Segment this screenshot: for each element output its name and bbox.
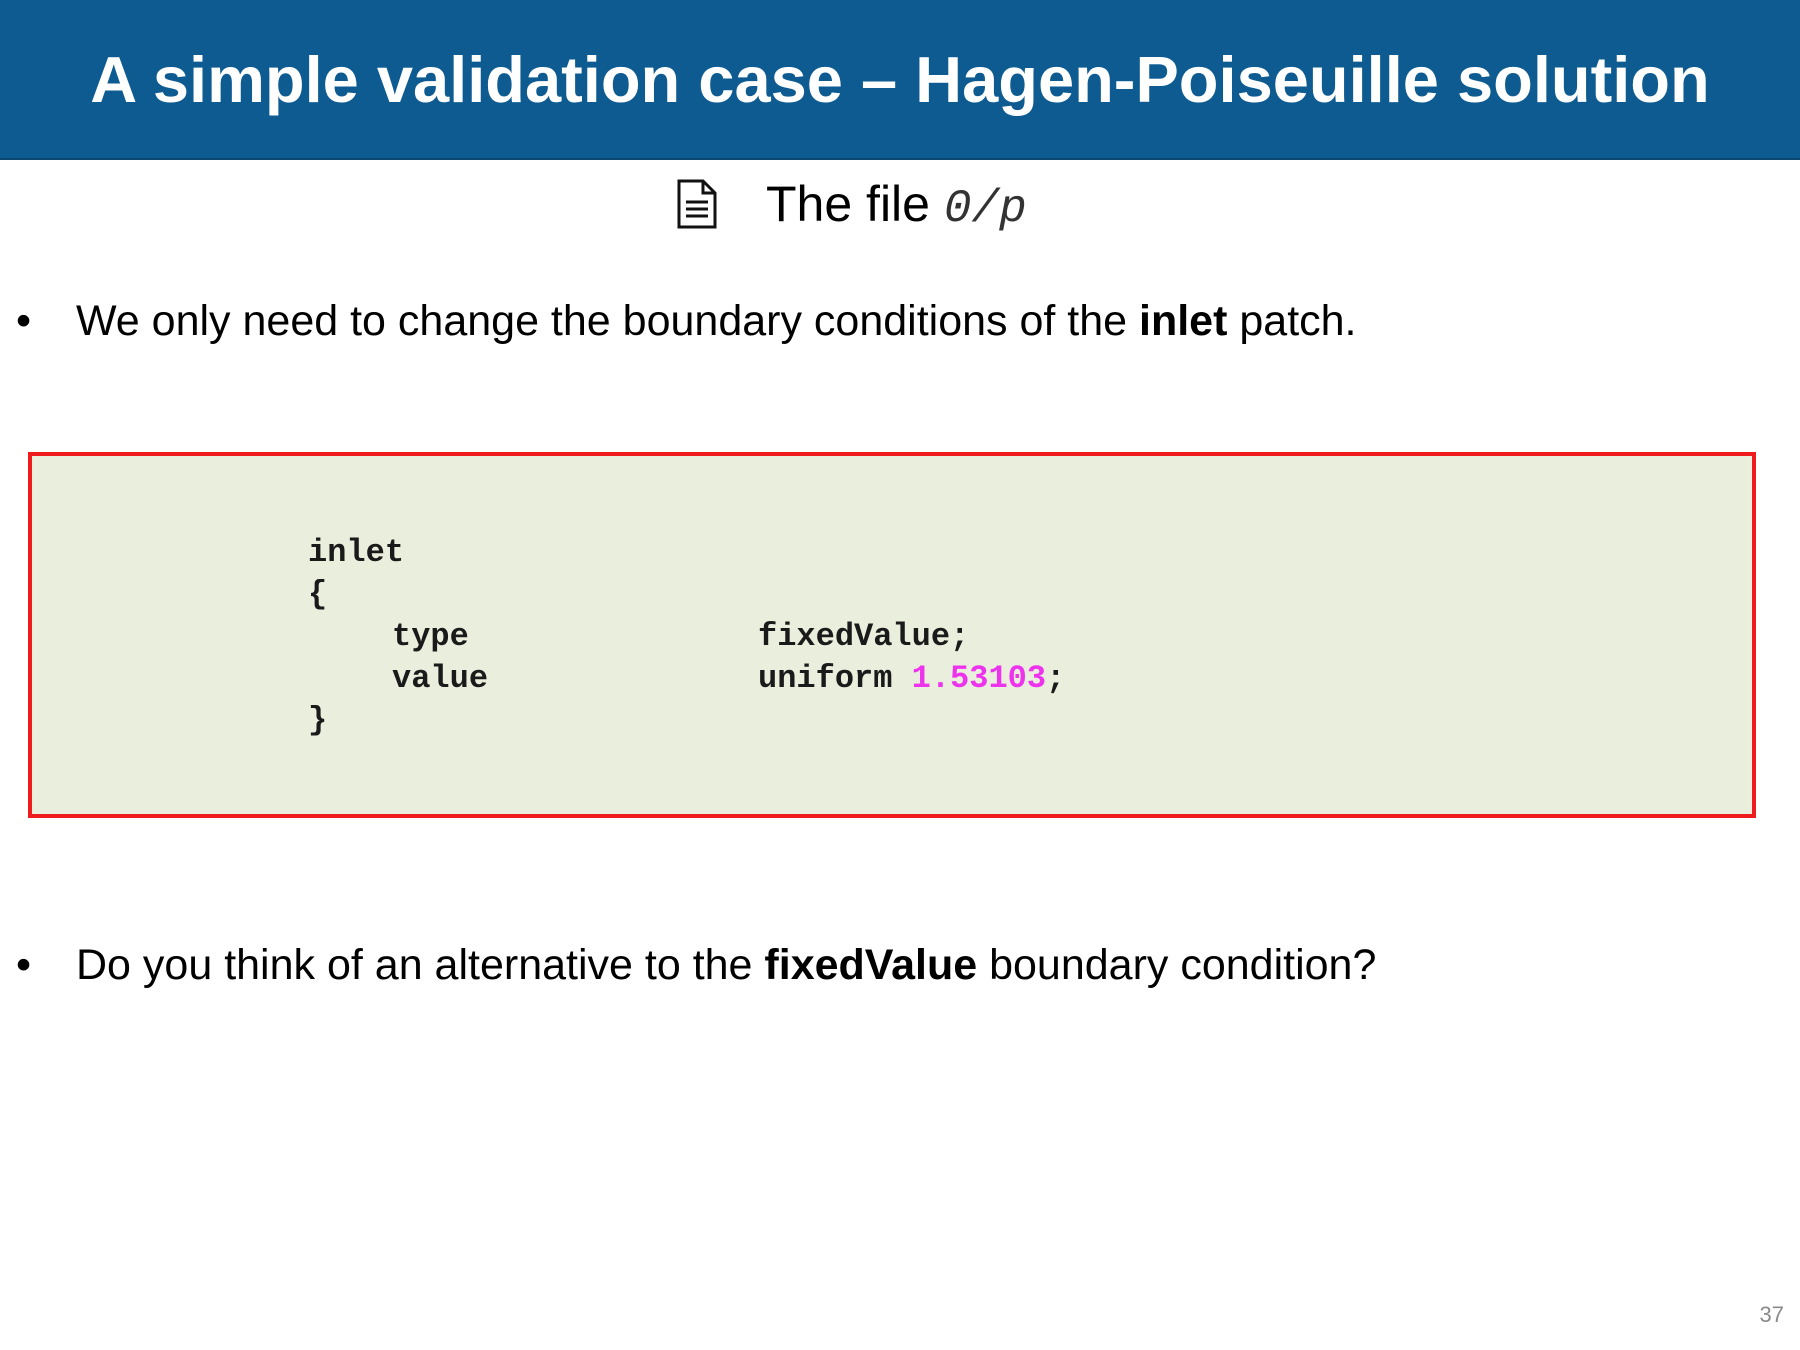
file-path: 0/p <box>943 183 1027 235</box>
bullet-text: We only need to change the boundary cond… <box>76 294 1357 348</box>
bullet-text-part: Do you think of an alternative to the <box>76 941 765 989</box>
code-line: value uniform 1.53103; <box>308 658 1065 700</box>
code-block: inlet { type fixedValue; value uniform 1.5… <box>28 452 1756 818</box>
code-open-brace: { <box>308 576 328 613</box>
code-type-key: type <box>392 618 469 655</box>
code-line: } <box>308 700 404 742</box>
bullet-text: Do you think of an alternative to the fi… <box>76 938 1376 992</box>
code-close-brace: } <box>308 702 328 739</box>
bullet-dot: • <box>16 297 32 345</box>
code-value-suffix: ; <box>1046 660 1066 697</box>
code-patch-name: inlet <box>308 534 405 571</box>
bullet-text-bold: fixedValue <box>764 941 978 989</box>
bullet-text-part: patch. <box>1227 297 1357 345</box>
code-value-prefix: uniform <box>758 660 912 697</box>
code-line: type fixedValue; <box>308 616 969 658</box>
code-line: { <box>308 574 404 616</box>
slide-title: A simple validation case – Hagen-Poiseui… <box>90 42 1710 116</box>
bullet-text-part: We only need to change the boundary cond… <box>76 297 1140 345</box>
document-icon <box>676 178 718 230</box>
file-heading-label: The file <box>766 176 930 232</box>
code-value-number: 1.53103 <box>911 660 1047 697</box>
bullet-text-bold: inlet <box>1139 297 1228 345</box>
code-type-value: fixedValue; <box>758 618 970 655</box>
bullet-dot: • <box>16 941 32 989</box>
bullet-text-part: boundary condition? <box>977 941 1377 989</box>
page-number: 37 <box>1759 1302 1784 1327</box>
file-heading: The file 0/p <box>0 168 1800 238</box>
title-bar: A simple validation case – Hagen-Poiseui… <box>0 0 1800 160</box>
code-value-entry: uniform 1.53103; <box>758 658 1065 700</box>
code-line: inlet <box>308 532 404 574</box>
code-content: inlet { type fixedValue; value uniform 1.5… <box>308 532 1065 742</box>
file-heading-text: The file 0/p <box>766 174 1027 239</box>
code-value-key: value <box>392 660 489 697</box>
